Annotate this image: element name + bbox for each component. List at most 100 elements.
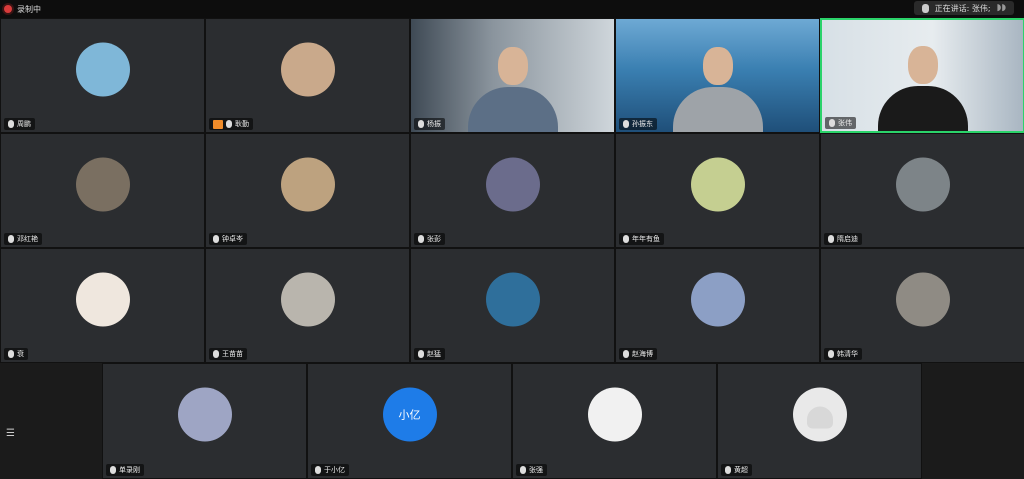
- participant-tile[interactable]: 邓红艳: [0, 133, 205, 248]
- mic-icon: [725, 466, 731, 474]
- mic-icon: [520, 466, 526, 474]
- participant-person: [672, 37, 763, 132]
- mic-icon: [623, 235, 629, 243]
- person-body: [672, 87, 763, 132]
- avatar: [587, 387, 642, 442]
- participant-name: 赵猛: [427, 350, 441, 358]
- person-body: [467, 87, 558, 132]
- avatar: [485, 157, 540, 212]
- participant-tile[interactable]: 孙振东: [615, 18, 820, 133]
- participant-name: 王苗苗: [222, 350, 243, 358]
- participant-tile[interactable]: 黄超: [717, 363, 922, 479]
- participant-tile[interactable]: 杨振: [410, 18, 615, 133]
- participant-name: 隋启迪: [837, 235, 858, 243]
- default-user-icon: [806, 406, 833, 429]
- participant-name: 年年有鱼: [632, 235, 660, 243]
- participant-name: 张伟: [838, 119, 852, 127]
- avatar: [75, 157, 130, 212]
- avatar: [895, 157, 950, 212]
- mic-icon: [418, 120, 424, 128]
- participant-label: 孙振东: [619, 118, 657, 130]
- person-head: [702, 47, 733, 85]
- mic-icon: [8, 350, 14, 358]
- participant-label: 年年有鱼: [619, 233, 664, 245]
- avatar: [177, 387, 232, 442]
- participant-name: 赵海博: [632, 350, 653, 358]
- participant-grid: 周鹏 耿勤 杨振 孙振东 张伟邓红艳 钟卓岑 张彭 年年有鱼 隋启迪衰 王苗苗 赵猛 赵海博 韩清华单录…: [0, 18, 1024, 479]
- participant-video: [822, 20, 1023, 131]
- audio-level-icon: ◗◗: [996, 3, 1006, 13]
- person-head: [497, 47, 528, 85]
- mic-icon: [623, 350, 629, 358]
- participant-label: 王苗苗: [209, 348, 247, 360]
- avatar: [690, 157, 745, 212]
- participant-tile[interactable]: 王苗苗: [205, 248, 410, 363]
- mic-icon: [110, 466, 116, 474]
- mic-icon: [8, 120, 14, 128]
- participant-tile[interactable]: 张伟: [820, 18, 1024, 133]
- sidebar-toggle-icon[interactable]: ☰: [6, 428, 15, 439]
- participant-tile[interactable]: 隋启迪: [820, 133, 1024, 248]
- avatar: [280, 272, 335, 327]
- speaking-label: 正在讲话: 张伟;: [934, 3, 991, 13]
- mic-icon: [8, 235, 14, 243]
- participant-tile[interactable]: 张强: [512, 363, 717, 479]
- participant-name: 韩清华: [837, 350, 858, 358]
- participant-tile[interactable]: 单录刚: [102, 363, 307, 479]
- participant-label: 黄超: [721, 464, 752, 476]
- participant-label: 张强: [516, 464, 547, 476]
- participant-tile[interactable]: 张彭: [410, 133, 615, 248]
- participant-label: 耿勤: [209, 118, 253, 130]
- participant-tile[interactable]: 衰: [0, 248, 205, 363]
- speaking-indicator: 正在讲话: 张伟; ◗◗: [913, 1, 1014, 15]
- participant-tile[interactable]: 周鹏: [0, 18, 205, 133]
- mic-icon: [921, 3, 929, 13]
- participant-tile[interactable]: 小亿于小亿: [307, 363, 512, 479]
- participant-person: [467, 37, 558, 132]
- participant-person: [877, 36, 968, 131]
- participant-label: 赵海博: [619, 348, 657, 360]
- participant-tile[interactable]: 年年有鱼: [615, 133, 820, 248]
- mic-icon: [828, 235, 834, 243]
- avatar: [75, 272, 130, 327]
- participant-tile[interactable]: 赵猛: [410, 248, 615, 363]
- participant-name: 单录刚: [119, 466, 140, 474]
- participant-label: 隋启迪: [824, 233, 862, 245]
- avatar: 小亿: [382, 387, 437, 442]
- participant-name: 邓红艳: [17, 235, 38, 243]
- recording-indicator[interactable]: 录制中: [4, 2, 41, 16]
- participant-label: 于小亿: [311, 464, 349, 476]
- participant-tile[interactable]: 韩清华: [820, 248, 1024, 363]
- mic-icon: [418, 235, 424, 243]
- participant-label: 单录刚: [106, 464, 144, 476]
- person-head: [907, 46, 938, 84]
- mic-icon: [315, 466, 321, 474]
- mic-icon: [829, 119, 835, 127]
- participant-tile[interactable]: 耿勤: [205, 18, 410, 133]
- mic-icon: [623, 120, 629, 128]
- participant-tile[interactable]: 钟卓岑: [205, 133, 410, 248]
- participant-video: [616, 19, 819, 132]
- avatar: [690, 272, 745, 327]
- avatar: [792, 387, 847, 442]
- recording-label: 录制中: [17, 4, 41, 14]
- participant-name: 张彭: [427, 235, 441, 243]
- participant-label: 张彭: [414, 233, 445, 245]
- participant-label: 邓红艳: [4, 233, 42, 245]
- participant-label: 衰: [4, 348, 28, 360]
- mic-icon: [213, 350, 219, 358]
- person-body: [877, 86, 968, 131]
- participant-name: 衰: [17, 350, 24, 358]
- participant-name: 周鹏: [17, 120, 31, 128]
- top-bar: 录制中 正在讲话: 张伟; ◗◗: [0, 0, 1024, 18]
- participant-name: 孙振东: [632, 120, 653, 128]
- participant-name: 于小亿: [324, 466, 345, 474]
- avatar: [280, 157, 335, 212]
- participant-name: 钟卓岑: [222, 235, 243, 243]
- screen-share-icon: [213, 119, 223, 129]
- avatar: [895, 272, 950, 327]
- mic-icon: [828, 350, 834, 358]
- participant-tile[interactable]: 赵海博: [615, 248, 820, 363]
- participant-video: [411, 19, 614, 132]
- participant-name: 张强: [529, 466, 543, 474]
